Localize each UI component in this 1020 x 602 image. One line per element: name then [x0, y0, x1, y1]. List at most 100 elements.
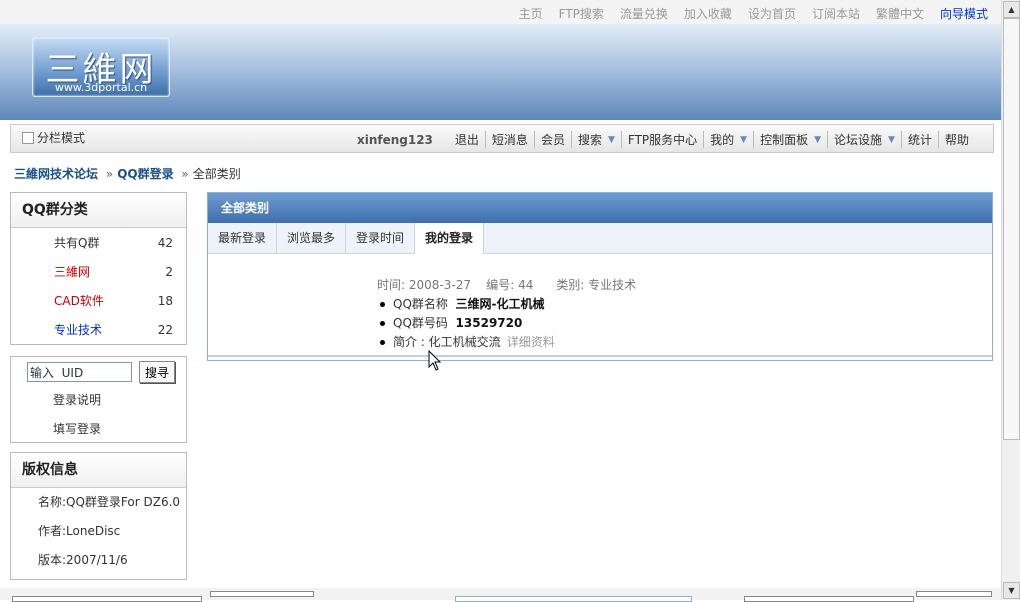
- nav-item-label: 会员: [540, 133, 565, 147]
- breadcrumb-separator: »: [105, 167, 114, 181]
- chevron-down-icon[interactable]: ▼: [608, 135, 615, 145]
- nav-item-label: FTP服务中心: [627, 133, 698, 147]
- mouse-pointer-icon: [428, 350, 442, 371]
- nav-item[interactable]: 短消息: [484, 131, 534, 148]
- nav-item[interactable]: 会员: [533, 131, 571, 148]
- site-banner: 三維网 www.3dportal.cn: [0, 24, 1002, 120]
- fill-in-login-link[interactable]: 填写登录: [11, 415, 186, 444]
- group-name-value: 三维网-化工机械: [455, 297, 545, 311]
- panel-tabs: 最新登录 浏览最多 登录时间 我的登录: [208, 223, 992, 254]
- copyright-name: 名称:QQ群登录For DZ6.0: [38, 495, 181, 509]
- group-number-value: 13529720: [455, 316, 523, 330]
- login-instructions-link[interactable]: 登录说明: [11, 386, 186, 415]
- category-count: 18: [157, 293, 173, 308]
- chevron-down-icon[interactable]: ▼: [814, 135, 821, 145]
- scroll-down-icon[interactable]: ▼: [1003, 582, 1020, 599]
- chevron-down-icon[interactable]: ▼: [888, 135, 895, 145]
- nav-item[interactable]: 论坛设施 ▼: [827, 131, 901, 148]
- top-link[interactable]: 流量兑换: [620, 5, 668, 22]
- split-mode-label: 分栏模式: [37, 131, 86, 145]
- main-navbar: 分栏模式 xinfeng123 退出 短消息 会员 搜索 ▼ FTP服务中心 我的 ▼ 控制面板…: [10, 124, 994, 153]
- split-mode-toggle[interactable]: 分栏模式: [22, 129, 85, 146]
- category-item[interactable]: 三維网 2: [11, 257, 186, 286]
- breadcrumb: 三維网技术论坛 » QQ群登录 » 全部类别: [14, 165, 241, 182]
- category-item[interactable]: 专业技术 22: [11, 315, 186, 344]
- top-link[interactable]: 订阅本站: [812, 5, 860, 22]
- nav-item-label: 短消息: [491, 133, 528, 147]
- nav-item[interactable]: 退出: [449, 131, 485, 148]
- footer-box: [744, 596, 914, 602]
- nav-item-label: 退出: [454, 133, 479, 147]
- uid-search-box: 搜寻 登录说明 填写登录: [10, 356, 187, 443]
- scrollbar-thumb[interactable]: [1003, 18, 1020, 440]
- footer-box: [210, 591, 314, 597]
- category-count: 2: [165, 264, 173, 279]
- top-link[interactable]: 繁體中文: [876, 5, 924, 22]
- nav-item-label: 控制面板: [760, 133, 809, 147]
- group-intro-text: 简介 : 化工机械交流: [393, 335, 501, 349]
- top-link[interactable]: 主页: [519, 5, 543, 22]
- group-number-label: QQ群号码: [393, 316, 448, 330]
- footer-strip: [0, 588, 1002, 602]
- footer-box: [455, 596, 692, 602]
- category-label[interactable]: 专业技术: [54, 321, 102, 338]
- copyright-title: 版权信息: [11, 453, 186, 488]
- copyright-box: 版权信息 名称:QQ群登录For DZ6.0 作者:LoneDisc 版本:20…: [10, 452, 187, 580]
- category-item[interactable]: 共有Q群 42: [11, 228, 186, 257]
- nav-item[interactable]: 搜索 ▼: [570, 131, 621, 148]
- entry-meta: 时间: 2008-3-27 编号: 44 类别: 专业技术: [377, 278, 637, 292]
- details-link[interactable]: 详细资料: [507, 335, 555, 349]
- footer-box: [12, 596, 202, 602]
- nav-item-label: 搜索: [577, 133, 602, 147]
- top-links: 主页 FTP搜索 流量兑换 加入收藏 设为首页 订阅本站 繁體中文 向导模式: [519, 5, 988, 22]
- split-mode-checkbox[interactable]: [22, 131, 34, 144]
- breadcrumb-module-link[interactable]: QQ群登录: [117, 167, 173, 181]
- top-link[interactable]: 向导模式: [940, 5, 988, 22]
- nav-item[interactable]: 我的 ▼: [703, 131, 753, 148]
- top-link[interactable]: 加入收藏: [684, 5, 732, 22]
- category-label[interactable]: 三維网: [54, 263, 90, 280]
- category-list: 共有Q群 42 三維网 2 CAD软件 18 专业技术 22: [11, 228, 186, 344]
- panel-tab[interactable]: 我的登录: [415, 223, 485, 254]
- category-item[interactable]: CAD软件 18: [11, 286, 186, 315]
- nav-links: xinfeng123 退出 短消息 会员 搜索 ▼ FTP服务中心 我的 ▼ 控制面板 ▼ 论坛设施…: [357, 131, 975, 148]
- nav-item-label: 统计: [907, 133, 932, 147]
- panel-footer-line: [208, 355, 992, 357]
- category-label[interactable]: CAD软件: [54, 292, 104, 309]
- copyright-author: 作者:LoneDisc: [38, 524, 121, 538]
- chevron-down-icon[interactable]: ▼: [740, 135, 747, 145]
- category-count: 22: [157, 322, 173, 337]
- top-links-bar: 主页 FTP搜索 流量兑换 加入收藏 设为首页 订阅本站 繁體中文 向导模式: [0, 0, 1002, 24]
- category-count: 42: [157, 235, 173, 250]
- qq-group-categories-title: QQ群分类: [11, 193, 186, 228]
- panel-title: 全部类别: [208, 193, 992, 223]
- nav-item[interactable]: 帮助: [937, 131, 975, 148]
- entry-group-name: QQ群名称 三维网-化工机械: [379, 295, 636, 314]
- all-categories-panel: 全部类别 最新登录 浏览最多 登录时间 我的登录 时间: 2008-3-27 编号: …: [207, 192, 993, 361]
- panel-tab[interactable]: 最新登录: [208, 223, 278, 253]
- top-link[interactable]: FTP搜索: [559, 5, 604, 22]
- breadcrumb-forum-link[interactable]: 三維网技术论坛: [14, 167, 98, 181]
- nav-item[interactable]: FTP服务中心: [620, 131, 703, 148]
- group-name-label: QQ群名称: [393, 297, 448, 311]
- search-button[interactable]: 搜寻: [139, 361, 176, 383]
- username-link[interactable]: xinfeng123: [357, 133, 433, 147]
- breadcrumb-separator: »: [181, 167, 189, 181]
- nav-item[interactable]: 统计: [900, 131, 938, 148]
- nav-item-label: 帮助: [944, 133, 969, 147]
- vertical-scrollbar[interactable]: ▲ ▼: [1001, 0, 1020, 600]
- top-link[interactable]: 设为首页: [748, 5, 796, 22]
- logo-url: www.3dportal.cn: [54, 81, 148, 94]
- qq-group-entry: 时间: 2008-3-27 编号: 44 类别: 专业技术 QQ群名称 三维网-…: [377, 276, 636, 352]
- nav-item-label: 论坛设施: [834, 133, 883, 147]
- scroll-up-icon[interactable]: ▲: [1003, 1, 1020, 18]
- copyright-version: 版本:2007/11/6: [38, 553, 128, 567]
- site-logo[interactable]: 三維网 www.3dportal.cn: [32, 37, 170, 97]
- nav-item-label: 我的: [710, 133, 735, 147]
- breadcrumb-current: 全部类别: [192, 167, 241, 181]
- category-label[interactable]: 共有Q群: [54, 234, 99, 251]
- panel-tab[interactable]: 登录时间: [346, 223, 416, 253]
- uid-search-input[interactable]: [27, 362, 132, 382]
- panel-tab[interactable]: 浏览最多: [277, 223, 347, 253]
- nav-item[interactable]: 控制面板 ▼: [753, 131, 827, 148]
